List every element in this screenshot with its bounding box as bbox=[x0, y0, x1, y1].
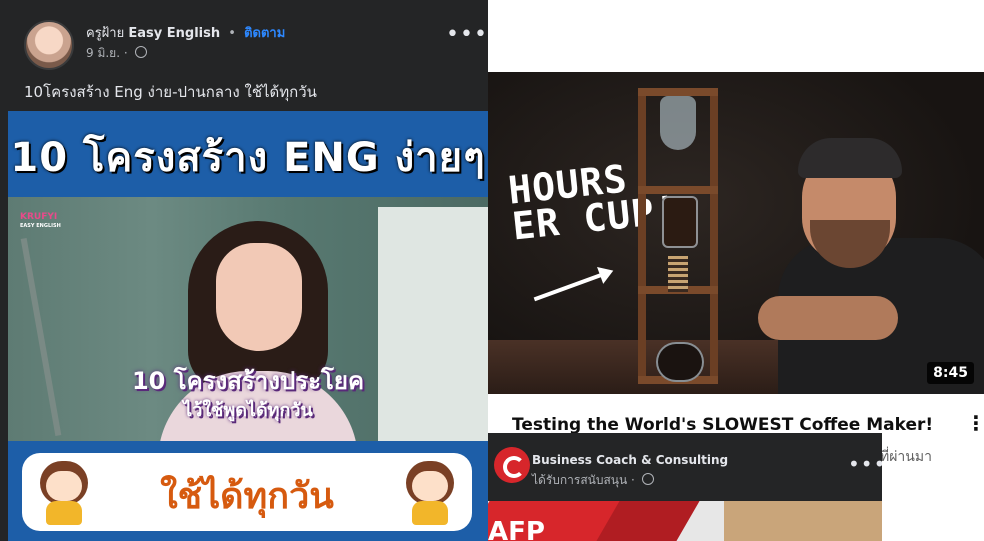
post-image[interactable]: 10 โครงสร้าง ENG ง่ายๆ KRUFYI EASY ENGLI… bbox=[8, 111, 488, 541]
more-options-button[interactable]: ••• bbox=[446, 24, 488, 46]
brand-subtitle: EASY ENGLISH bbox=[20, 223, 61, 229]
page-name[interactable]: Easy English bbox=[128, 26, 220, 41]
image-footer-banner: ใช้ได้ทุกวัน bbox=[8, 441, 488, 541]
author-name[interactable]: ครูฝ้าย bbox=[86, 26, 124, 41]
video-menu-button[interactable]: ⋮ bbox=[966, 413, 984, 433]
image-header-title: 10 โครงสร้าง ENG ง่ายๆ bbox=[10, 135, 486, 181]
coffee-drip-tower bbox=[638, 88, 718, 384]
video-title[interactable]: Testing the World's SLOWEST Coffee Maker… bbox=[512, 415, 933, 435]
presenter-figure bbox=[758, 128, 984, 394]
post-caption: 10โครงสร้าง Eng ง่าย-ปานกลาง ใช้ได้ทุกวั… bbox=[24, 83, 317, 101]
video-duration-badge: 8:45 bbox=[927, 362, 974, 384]
sponsored-image[interactable]: AFP bbox=[488, 501, 882, 541]
post-meta: 9 มิ.ย. · bbox=[86, 44, 147, 63]
sponsored-image-text: AFP bbox=[488, 517, 545, 541]
sponsored-more-button[interactable]: ••• bbox=[848, 454, 882, 474]
sponsored-label: ได้รับการสนับสนุน · bbox=[532, 473, 635, 487]
meta-separator: · bbox=[123, 46, 128, 60]
overlay-subtitle: ไว้ใช้พูดได้ทุกวัน bbox=[183, 400, 313, 421]
follow-link[interactable]: ติดตาม bbox=[244, 26, 285, 41]
author-avatar[interactable] bbox=[24, 20, 74, 70]
slogan-pill: ใช้ได้ทุกวัน bbox=[22, 453, 472, 531]
sponsored-meta: ได้รับการสนับสนุน · bbox=[532, 471, 654, 490]
video-upload-time: ที่ผ่านมา bbox=[880, 449, 932, 465]
cartoon-teacher-right-icon bbox=[402, 461, 458, 525]
post-date[interactable]: 9 มิ.ย. bbox=[86, 46, 120, 60]
sponsored-post: Business Coach & Consulting ได้รับการสนั… bbox=[488, 433, 882, 541]
name-separator: • bbox=[228, 26, 236, 41]
brand-name: KRUFYI bbox=[20, 212, 58, 222]
globe-icon bbox=[641, 473, 654, 485]
sponsor-page-name[interactable]: Business Coach & Consulting bbox=[532, 453, 728, 467]
brand-watermark: KRUFYI EASY ENGLISH bbox=[20, 213, 61, 231]
business-logo-icon[interactable] bbox=[494, 447, 530, 483]
post-header: ครูฝ้าย Easy English • ติดตาม 9 มิ.ย. · … bbox=[0, 0, 488, 110]
image-header-banner: 10 โครงสร้าง ENG ง่ายๆ bbox=[8, 111, 488, 197]
author-name-row: ครูฝ้าย Easy English • ติดตาม bbox=[86, 22, 285, 43]
video-thumbnail[interactable]: HOURS ER CUP! 8:45 bbox=[488, 72, 984, 394]
globe-icon bbox=[134, 46, 147, 58]
facebook-post: ครูฝ้าย Easy English • ติดตาม 9 มิ.ย. · … bbox=[0, 0, 488, 541]
